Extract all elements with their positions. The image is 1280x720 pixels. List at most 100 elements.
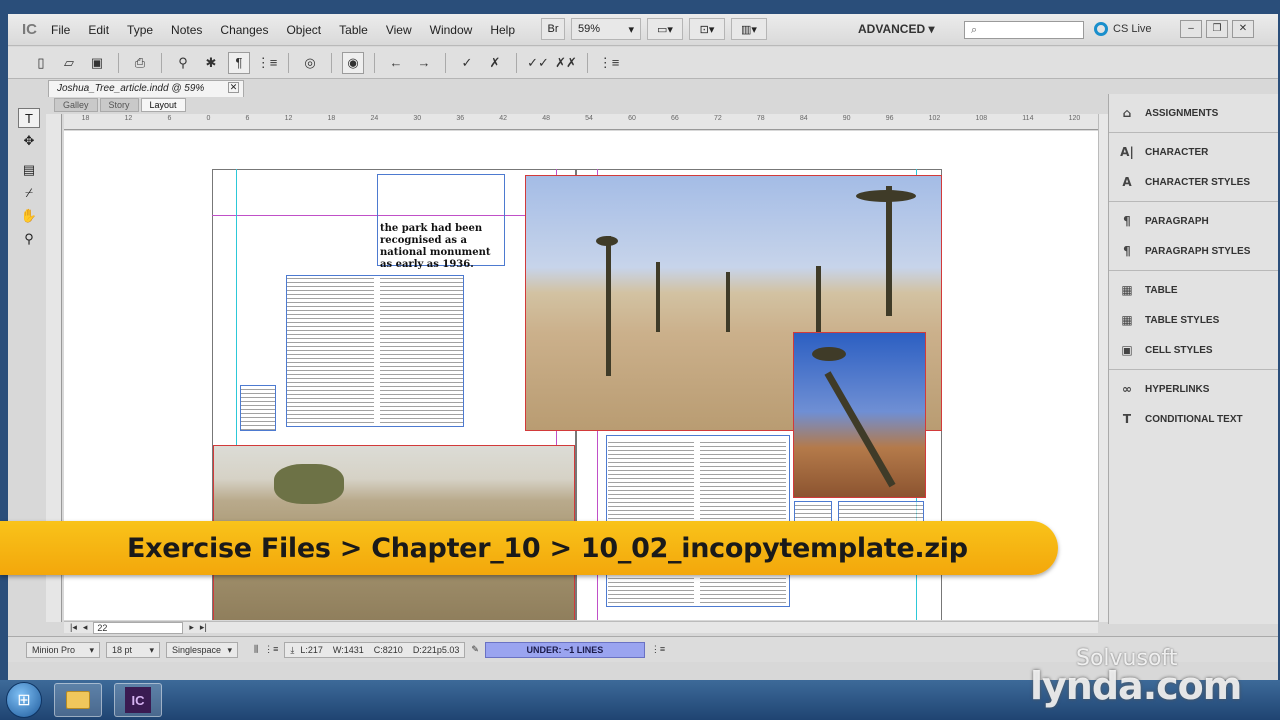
toolbar-divider [445,52,446,73]
previous-change-icon[interactable]: ← [385,52,407,74]
panel-hyperlinks[interactable]: ∞ HYPERLINKS [1109,374,1278,404]
menu-file[interactable]: File [42,23,79,37]
toolbar-divider [288,52,289,73]
first-page-icon[interactable]: |◂ [70,622,77,633]
screen-mode-icon: ⊡▾ [699,23,715,36]
panel-conditional-text[interactable]: T CONDITIONAL TEXT [1109,404,1278,434]
incopy-taskbar-button[interactable]: IC [114,683,162,717]
vertical-scrollbar[interactable] [1098,114,1108,622]
toolbar-menu-icon[interactable]: ⋮≡ [256,52,278,74]
menu-type[interactable]: Type [118,23,162,37]
close-tab-icon[interactable]: ✕ [228,82,239,93]
ruler-tick: 18 [327,115,336,122]
panel-label: CONDITIONAL TEXT [1145,413,1243,425]
menu-changes[interactable]: Changes [211,23,277,37]
next-change-icon[interactable]: → [413,52,435,74]
accept-change-icon[interactable]: ✓ [456,52,478,74]
tab-galley[interactable]: Galley [54,98,98,112]
panel-cell-styles[interactable]: ▣ CELL STYLES [1109,335,1278,365]
ruler-icon[interactable]: ✎ [471,644,479,655]
panels-dock: ⌂ ASSIGNMENTS A| CHARACTER A CHARACTER STYL… [1108,94,1278,624]
next-page-icon[interactable]: ▸ [189,622,194,633]
minimize-icon[interactable]: – [1180,20,1202,38]
screen-mode-button[interactable]: ⊡▾ [689,18,725,40]
control-toolbar: ▯ ▱ ▣ ⎙ ⚲ ✱ ¶ ⋮≡ ◎ ◉ ← → ✓ ✗ ✓✓ ✗✗ ⋮≡ [8,47,1278,79]
leaning-tree-photo[interactable] [793,332,926,498]
ruler-tick: 72 [713,115,722,122]
start-button[interactable]: ⊞ [6,682,42,718]
font-size-select[interactable]: 18 pt ▾ [106,641,160,658]
column-icon[interactable]: ⫼ [254,644,258,655]
line-spacing-select[interactable]: Singlespace ▾ [166,641,238,658]
save-icon[interactable]: ▣ [86,52,108,74]
restore-icon[interactable]: ❐ [1206,20,1228,38]
lynda-watermark: lynda.com [1030,664,1242,708]
explorer-taskbar-button[interactable] [54,683,102,717]
close-icon[interactable]: ✕ [1232,20,1254,38]
line-count: L:217 [300,644,323,655]
conditional-text-icon: T [1122,412,1132,426]
panel-table-styles[interactable]: ▦ TABLE STYLES [1109,305,1278,335]
menu-object[interactable]: Object [277,23,330,37]
search-input[interactable]: ⌕ [964,21,1084,39]
joshua-tree-trunk [606,236,611,376]
chevron-down-icon: ▾ [928,22,935,36]
chevron-down-icon: ▾ [149,644,154,655]
new-document-icon[interactable]: ▯ [30,52,52,74]
note-icon[interactable]: ◎ [299,52,321,74]
story-frame-outline [286,275,464,427]
page-number-field[interactable]: 22 [93,621,184,634]
ruler-tick: 0 [206,115,211,122]
joshua-tree-trunk [886,186,892,316]
font-family-select[interactable]: Minion Pro ▾ [26,641,100,658]
sidebar-text-frame[interactable] [240,385,276,431]
reject-all-changes-icon[interactable]: ✗✗ [555,52,577,74]
zoom-select[interactable]: 59% ▾ [571,18,641,40]
panel-label: HYPERLINKS [1145,383,1210,395]
eyedropper-tool-icon[interactable]: ⌿ [18,183,40,203]
bridge-button[interactable]: Br [541,18,565,40]
view-options-button[interactable]: ▭▾ [647,18,683,40]
hyperlinks-icon: ∞ [1122,382,1132,396]
track-changes-icon[interactable]: ◉ [342,51,364,74]
menu-notes[interactable]: Notes [162,23,211,37]
type-tool-icon[interactable]: T [18,108,40,128]
joshua-tree-crown [856,190,916,202]
document-tab[interactable]: Joshua_Tree_article.indd @ 59% ✕ [48,80,244,97]
menu-table[interactable]: Table [330,23,377,37]
cs-live-button[interactable]: CS Live [1094,22,1152,36]
arrange-documents-button[interactable]: ▥▾ [731,18,767,40]
status-menu-icon[interactable]: ⋮≡ [264,644,278,655]
menu-help[interactable]: Help [481,23,524,37]
toolbar-menu-icon[interactable]: ⋮≡ [598,52,620,74]
accept-all-changes-icon[interactable]: ✓✓ [527,52,549,74]
hand-tool-icon[interactable]: ✋ [18,206,40,226]
tab-story[interactable]: Story [99,98,139,112]
position-tool-icon[interactable]: ✥ [18,131,40,151]
panel-paragraph[interactable]: ¶ PARAGRAPH [1109,206,1278,236]
workspace-switcher[interactable]: ADVANCED ▾ [858,22,935,36]
tab-layout[interactable]: Layout [140,98,186,112]
menu-view[interactable]: View [377,23,421,37]
find-icon[interactable]: ⚲ [172,52,194,74]
windows-logo-icon: ⊞ [17,692,31,709]
panel-table[interactable]: ▦ TABLE [1109,275,1278,305]
reject-change-icon[interactable]: ✗ [484,52,506,74]
horizontal-scrollbar[interactable]: |◂ ◂ 22 ▸ ▸| [64,621,1098,634]
menu-window[interactable]: Window [421,23,482,37]
panel-paragraph-styles[interactable]: ¶ PARAGRAPH STYLES [1109,236,1278,266]
note-tool-icon[interactable]: ▤ [18,160,40,180]
open-folder-icon[interactable]: ▱ [58,52,80,74]
panel-assignments[interactable]: ⌂ ASSIGNMENTS [1109,98,1278,128]
show-hidden-characters-icon[interactable]: ¶ [228,51,250,74]
panel-character-styles[interactable]: A CHARACTER STYLES [1109,167,1278,197]
spellcheck-icon[interactable]: ✱ [200,52,222,74]
previous-page-icon[interactable]: ◂ [83,622,88,633]
panel-label: CELL STYLES [1145,344,1213,356]
menu-edit[interactable]: Edit [79,23,118,37]
status-menu-icon[interactable]: ⋮≡ [651,644,665,655]
zoom-tool-icon[interactable]: ⚲ [18,229,40,249]
print-icon[interactable]: ⎙ [129,52,151,74]
panel-character[interactable]: A| CHARACTER [1109,137,1278,167]
last-page-icon[interactable]: ▸| [200,622,207,633]
